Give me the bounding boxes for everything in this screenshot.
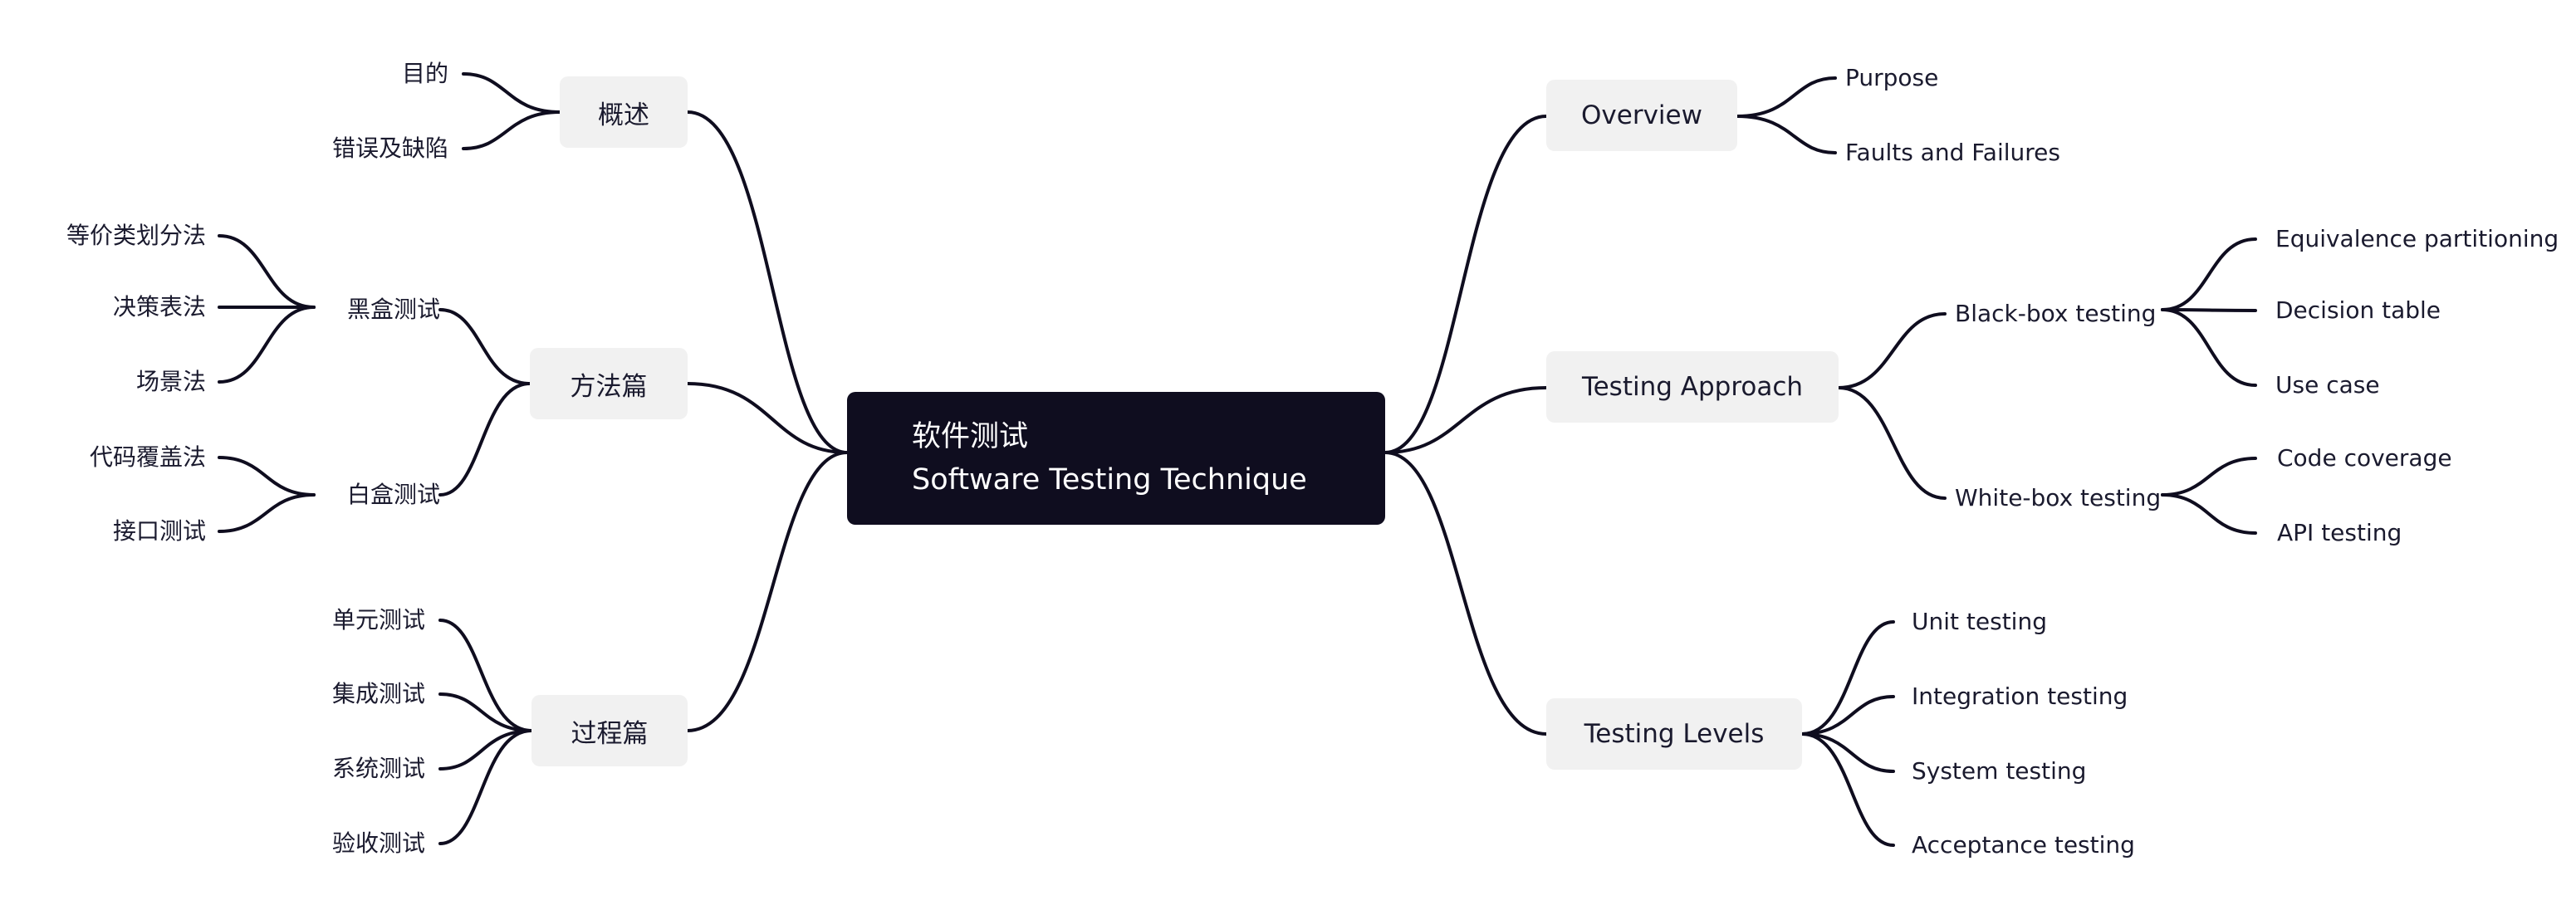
- connector-whitebox-en-2: [2161, 493, 2257, 535]
- leaf-process-4[interactable]: 验收测试: [249, 827, 425, 860]
- leaf-text: 代码覆盖法: [89, 443, 206, 471]
- leaf-process-1[interactable]: 单元测试: [249, 604, 425, 637]
- leaf-text: 验收测试: [331, 829, 425, 857]
- connector-whitebox-cn-1: [218, 456, 316, 497]
- leaf-whitebox-cn-2[interactable]: 接口测试: [33, 515, 206, 548]
- leaf-text: 场景法: [135, 368, 206, 395]
- leaf-text: Integration testing: [1912, 682, 2128, 710]
- leaf-text: 等价类划分法: [66, 222, 206, 249]
- leaf-text: Equivalence partitioning: [2275, 225, 2559, 252]
- connector-levels-2: [1800, 695, 1895, 736]
- leaf-text: 接口测试: [112, 517, 206, 545]
- connector-process-2: [438, 692, 533, 732]
- leaf-blackbox-en-2[interactable]: Decision table: [2275, 294, 2525, 327]
- topic-methods[interactable]: 方法篇: [530, 348, 688, 419]
- topic-overview-en-label: Overview: [1581, 100, 1702, 130]
- topic-methods-label: 方法篇: [570, 371, 648, 402]
- connector-approach-whitebox: [1837, 386, 1947, 500]
- leaf-text: 系统测试: [331, 755, 425, 782]
- connector-root-approach: [1383, 386, 1548, 454]
- connector-blackbox-en-1: [2161, 237, 2257, 311]
- connector-blackbox-cn-1: [218, 234, 316, 309]
- subtopic-whitebox-en[interactable]: White-box testing: [1955, 482, 2162, 515]
- root-title-cn: 软件测试: [912, 420, 1029, 453]
- leaf-overview-en-2[interactable]: Faults and Failures: [1845, 136, 2094, 169]
- topic-levels[interactable]: Testing Levels: [1546, 698, 1802, 770]
- connector-blackbox-cn-3: [218, 306, 316, 384]
- topic-process-label: 过程篇: [571, 718, 649, 749]
- connector-process-3: [438, 729, 533, 771]
- leaf-overview-cn-2[interactable]: 错误及缺陷: [282, 132, 448, 165]
- leaf-text: Acceptance testing: [1912, 831, 2135, 859]
- leaf-text: 目的: [401, 60, 448, 87]
- leaf-blackbox-cn-3[interactable]: 场景法: [33, 365, 206, 399]
- connector-methods-blackbox: [438, 308, 531, 385]
- connector-root-methods: [686, 382, 849, 454]
- connector-overview-cn-purpose: [462, 72, 561, 114]
- leaf-text: 错误及缺陷: [331, 135, 448, 162]
- subtopic-whitebox-en-label: White-box testing: [1955, 484, 2162, 511]
- connector-overview-en-faults: [1736, 115, 1837, 154]
- leaf-overview-cn-1[interactable]: 目的: [316, 57, 448, 91]
- leaf-blackbox-cn-1[interactable]: 等价类划分法: [33, 219, 206, 252]
- leaf-process-2[interactable]: 集成测试: [249, 678, 425, 711]
- leaf-text: 决策表法: [112, 293, 206, 320]
- connector-whitebox-cn-2: [218, 493, 316, 533]
- connector-root-overview-cn: [686, 110, 849, 454]
- leaf-levels-3[interactable]: System testing: [1912, 755, 2161, 788]
- leaf-levels-1[interactable]: Unit testing: [1912, 605, 2161, 638]
- topic-levels-label: Testing Levels: [1584, 719, 1765, 749]
- connector-root-overview-en: [1383, 115, 1548, 454]
- leaf-text: Unit testing: [1912, 608, 2047, 635]
- leaf-whitebox-en-2[interactable]: API testing: [2277, 516, 2526, 550]
- topic-process[interactable]: 过程篇: [531, 695, 688, 766]
- leaf-text: Use case: [2275, 371, 2380, 399]
- subtopic-blackbox-cn[interactable]: 黑盒测试: [307, 293, 440, 326]
- leaf-text: Decision table: [2275, 296, 2441, 324]
- root-title-en: Software Testing Technique: [912, 463, 1307, 497]
- leaf-text: 单元测试: [331, 606, 425, 634]
- topic-overview-en[interactable]: Overview: [1546, 80, 1737, 151]
- leaf-blackbox-cn-2[interactable]: 决策表法: [33, 291, 206, 324]
- connector-overview-en-purpose: [1736, 76, 1837, 118]
- subtopic-blackbox-en[interactable]: Black-box testing: [1955, 297, 2162, 330]
- subtopic-whitebox-cn[interactable]: 白盒测试: [307, 478, 440, 511]
- connector-blackbox-en-3: [2161, 308, 2257, 387]
- connector-levels-3: [1800, 732, 1895, 773]
- subtopic-blackbox-en-label: Black-box testing: [1955, 300, 2157, 327]
- connector-whitebox-en-1: [2161, 457, 2257, 497]
- leaf-blackbox-en-3[interactable]: Use case: [2275, 369, 2525, 402]
- connector-methods-whitebox: [438, 382, 531, 497]
- root-topic[interactable]: 软件测试 Software Testing Technique: [847, 392, 1385, 525]
- mind-map-canvas: 软件测试 Software Testing Technique 概述 方法篇 过…: [0, 0, 2576, 910]
- topic-approach-label: Testing Approach: [1581, 372, 1804, 402]
- subtopic-blackbox-cn-label: 黑盒测试: [346, 296, 440, 323]
- leaf-levels-2[interactable]: Integration testing: [1912, 680, 2177, 713]
- connector-root-process: [686, 451, 849, 732]
- connector-overview-cn-faults: [462, 110, 561, 150]
- subtopic-whitebox-cn-label: 白盒测试: [346, 481, 440, 508]
- leaf-text: 集成测试: [331, 680, 425, 707]
- topic-approach[interactable]: Testing Approach: [1546, 351, 1839, 423]
- leaf-whitebox-en-1[interactable]: Code coverage: [2277, 442, 2526, 475]
- connector-root-levels: [1383, 451, 1548, 736]
- connector-approach-blackbox: [1837, 312, 1947, 389]
- leaf-overview-en-1[interactable]: Purpose: [1845, 61, 2061, 95]
- leaf-whitebox-cn-1[interactable]: 代码覆盖法: [33, 441, 206, 474]
- connector-blackbox-en-2: [2161, 308, 2257, 312]
- leaf-text: API testing: [2277, 519, 2402, 546]
- topic-overview-cn-label: 概述: [598, 100, 649, 130]
- leaf-text: Faults and Failures: [1845, 139, 2060, 166]
- leaf-text: Purpose: [1845, 64, 1939, 91]
- leaf-levels-4[interactable]: Acceptance testing: [1912, 829, 2177, 862]
- leaf-blackbox-en-1[interactable]: Equivalence partitioning: [2275, 223, 2559, 256]
- leaf-text: System testing: [1912, 757, 2087, 785]
- leaf-process-3[interactable]: 系统测试: [249, 752, 425, 785]
- topic-overview-cn[interactable]: 概述: [560, 76, 688, 148]
- leaf-text: Code coverage: [2277, 444, 2452, 472]
